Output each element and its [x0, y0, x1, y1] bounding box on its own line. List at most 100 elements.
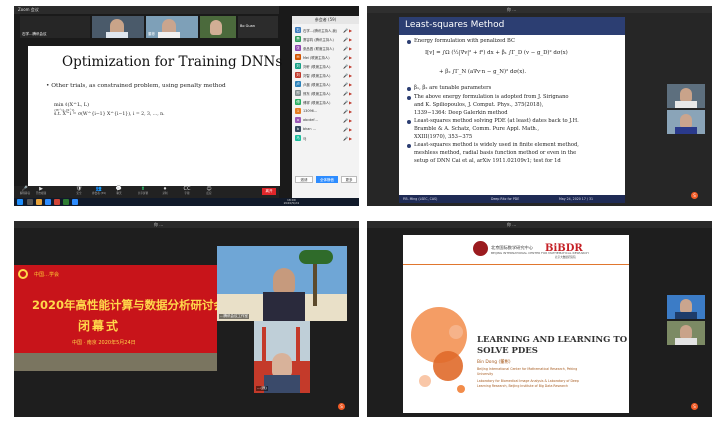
- zoom-icon[interactable]: [72, 199, 78, 205]
- participant-row[interactable]: 卢卢晨 (联席主持人) 🎤 ▶: [292, 80, 359, 89]
- participant-row[interactable]: 刘刘轩 (联席主持人) 🎤 ▶: [292, 62, 359, 71]
- speaker-video-thumbnail[interactable]: [667, 84, 705, 108]
- muted-microphone-icon[interactable]: 🎤: [343, 136, 348, 141]
- slide-equation: s.t. X^i = σ(W^{i−1} X^{i−1}), i = 2, 3,…: [54, 112, 165, 117]
- video-tile-speaker[interactable]: …腾讯会议工作室: [217, 246, 347, 321]
- gallery-tile[interactable]: 董彬: [146, 16, 198, 38]
- participant-name: 卢晨 (联席主持人): [303, 83, 331, 87]
- gallery-tile-name: 董彬: [148, 32, 155, 36]
- muted-microphone-icon[interactable]: 🎤: [343, 91, 348, 96]
- participants-button[interactable]: 👥 参会者 (59): [92, 187, 106, 197]
- person-shirt: [158, 32, 180, 38]
- participant-row[interactable]: a abcdef… 🎤 ▶: [292, 116, 359, 125]
- muted-microphone-icon[interactable]: 🎤: [343, 127, 348, 132]
- speaker-video-thumbnail[interactable]: [667, 321, 705, 345]
- reactions-button[interactable]: ☺ 反应: [202, 187, 216, 197]
- participant-name: 13096…: [303, 109, 318, 113]
- mute-all-button[interactable]: 全体静音: [316, 176, 338, 183]
- decorative-circle: [449, 325, 463, 339]
- video-off-icon[interactable]: ▶: [349, 46, 352, 51]
- muted-microphone-icon[interactable]: 🎤: [343, 46, 348, 51]
- video-off-icon[interactable]: ▶: [349, 73, 352, 78]
- muted-microphone-icon[interactable]: 🎤: [343, 28, 348, 33]
- gallery-tile[interactable]: [92, 16, 144, 38]
- muted-microphone-icon[interactable]: 🎤: [343, 109, 348, 114]
- slide-footer: P.B. Ming (LSEC, CAS) Deep Ritz for PDE …: [399, 195, 625, 203]
- participant-row[interactable]: 1 13096… 🎤 ▶: [292, 107, 359, 116]
- start-icon[interactable]: [17, 199, 23, 205]
- avatar: 马: [295, 135, 301, 141]
- app-icon[interactable]: [63, 199, 69, 205]
- video-off-icon[interactable]: ▶: [349, 136, 352, 141]
- more-button[interactable]: 更多: [341, 176, 357, 183]
- invite-button[interactable]: 邀请: [295, 176, 313, 183]
- app-icon[interactable]: [54, 199, 60, 205]
- slide-bullet-cont: and K. Spiliopoulos, J. Comput. Phys., 3…: [414, 102, 544, 108]
- video-gallery-strip: 石学…腾讯会议 董彬 Bo Guan: [20, 16, 278, 38]
- participant-row[interactable]: 马马 🎤 ▶: [292, 134, 359, 143]
- video-tile-host[interactable]: …(我): [254, 321, 310, 393]
- bullet-icon: [407, 120, 411, 124]
- share-screen-button[interactable]: ⬆ 共享屏幕: [136, 187, 150, 197]
- participants-list: 石石学…(腾讯主持人,我) 🎤 ▶ 萧萧容钧 (腾讯主持人) 🎤 ▶ 张张品昌 (联席主持人…: [292, 26, 359, 143]
- muted-microphone-icon[interactable]: 🎤: [343, 100, 348, 105]
- muted-microphone-icon[interactable]: 🎤: [343, 73, 348, 78]
- chat-button[interactable]: 💬 聊天: [112, 187, 126, 197]
- speaker-video-thumbnail[interactable]: [667, 295, 705, 319]
- pku-seal-icon: [473, 241, 488, 256]
- gallery-tile-name: 石学…腾讯会议: [22, 32, 47, 36]
- browser-icon[interactable]: [45, 199, 51, 205]
- avatar: 卢: [295, 81, 301, 87]
- participant-row[interactable]: 刘刘智 (联席主持人) 🎤 ▶: [292, 71, 359, 80]
- participant-row[interactable]: 石石学…(腾讯主持人,我) 🎤 ▶: [292, 26, 359, 35]
- participant-row[interactable]: 萧萧容钧 (腾讯主持人) 🎤 ▶: [292, 35, 359, 44]
- gallery-tile[interactable]: 石学…腾讯会议: [20, 16, 90, 38]
- window-top-bar: 你 …: [367, 6, 712, 13]
- video-off-icon[interactable]: ▶: [349, 91, 352, 96]
- participant-name: 石学…(腾讯主持人,我): [303, 29, 338, 33]
- muted-microphone-icon[interactable]: 🎤: [343, 55, 348, 60]
- start-video-button[interactable]: ▶ 开启视频: [34, 187, 48, 197]
- speaker-video-thumbnail[interactable]: [667, 110, 705, 134]
- video-off-icon[interactable]: ▶: [349, 37, 352, 42]
- search-icon[interactable]: [27, 199, 33, 205]
- participant-row[interactable]: 傅傅祥 (联席主持人) 🎤 ▶: [292, 98, 359, 107]
- captions-button[interactable]: CC 字幕: [180, 187, 194, 197]
- slide-affiliation: Learning Research, Beijing Institute of …: [477, 384, 569, 388]
- security-button[interactable]: 🛡 安全: [72, 187, 86, 197]
- participant-name: 邢东 (联席主持人): [303, 92, 331, 96]
- video-off-icon[interactable]: ▶: [349, 28, 352, 33]
- participant-name: 刘轩 (联席主持人): [303, 65, 331, 69]
- participant-row[interactable]: 邢邢东 (联席主持人) 🎤 ▶: [292, 89, 359, 98]
- leave-meeting-button[interactable]: 离开: [262, 188, 276, 195]
- video-off-icon[interactable]: ▶: [349, 82, 352, 87]
- video-off-icon[interactable]: ▶: [349, 55, 352, 60]
- video-off-icon[interactable]: ▶: [349, 118, 352, 123]
- participant-row[interactable]: M Mei (联席主持人) 🎤 ▶: [292, 53, 359, 62]
- video-off-icon[interactable]: ▶: [349, 127, 352, 132]
- record-button[interactable]: ⏺ 录制: [158, 187, 172, 197]
- video-off-icon[interactable]: ▶: [349, 64, 352, 69]
- video-off-icon[interactable]: ▶: [349, 100, 352, 105]
- unmute-button[interactable]: 🎤 解除静音: [18, 187, 32, 197]
- muted-microphone-icon[interactable]: 🎤: [343, 82, 348, 87]
- slide-bullet: The above energy formulation is adopted …: [414, 94, 569, 100]
- gallery-tile[interactable]: [200, 16, 236, 38]
- muted-microphone-icon[interactable]: 🎤: [343, 37, 348, 42]
- person-video: [680, 88, 692, 102]
- avatar: a: [295, 117, 301, 123]
- muted-microphone-icon[interactable]: 🎤: [343, 118, 348, 123]
- avatar: 刘: [295, 72, 301, 78]
- avatar: b: [295, 126, 301, 132]
- bullet-icon: [407, 40, 411, 44]
- gallery-tile[interactable]: Bo Guan: [238, 16, 278, 38]
- video-off-icon[interactable]: ▶: [349, 109, 352, 114]
- person-shirt: [263, 292, 305, 321]
- muted-microphone-icon[interactable]: 🎤: [343, 64, 348, 69]
- folder-icon[interactable]: [36, 199, 42, 205]
- decorative-circle: [433, 351, 463, 381]
- participant-row[interactable]: 张张品昌 (联席主持人) 🎤 ▶: [292, 44, 359, 53]
- shared-slide: Least-squares Method Energy formulation …: [399, 17, 625, 203]
- participant-row[interactable]: b bhan … 🎤 ▶: [292, 125, 359, 134]
- avatar: M: [295, 54, 301, 60]
